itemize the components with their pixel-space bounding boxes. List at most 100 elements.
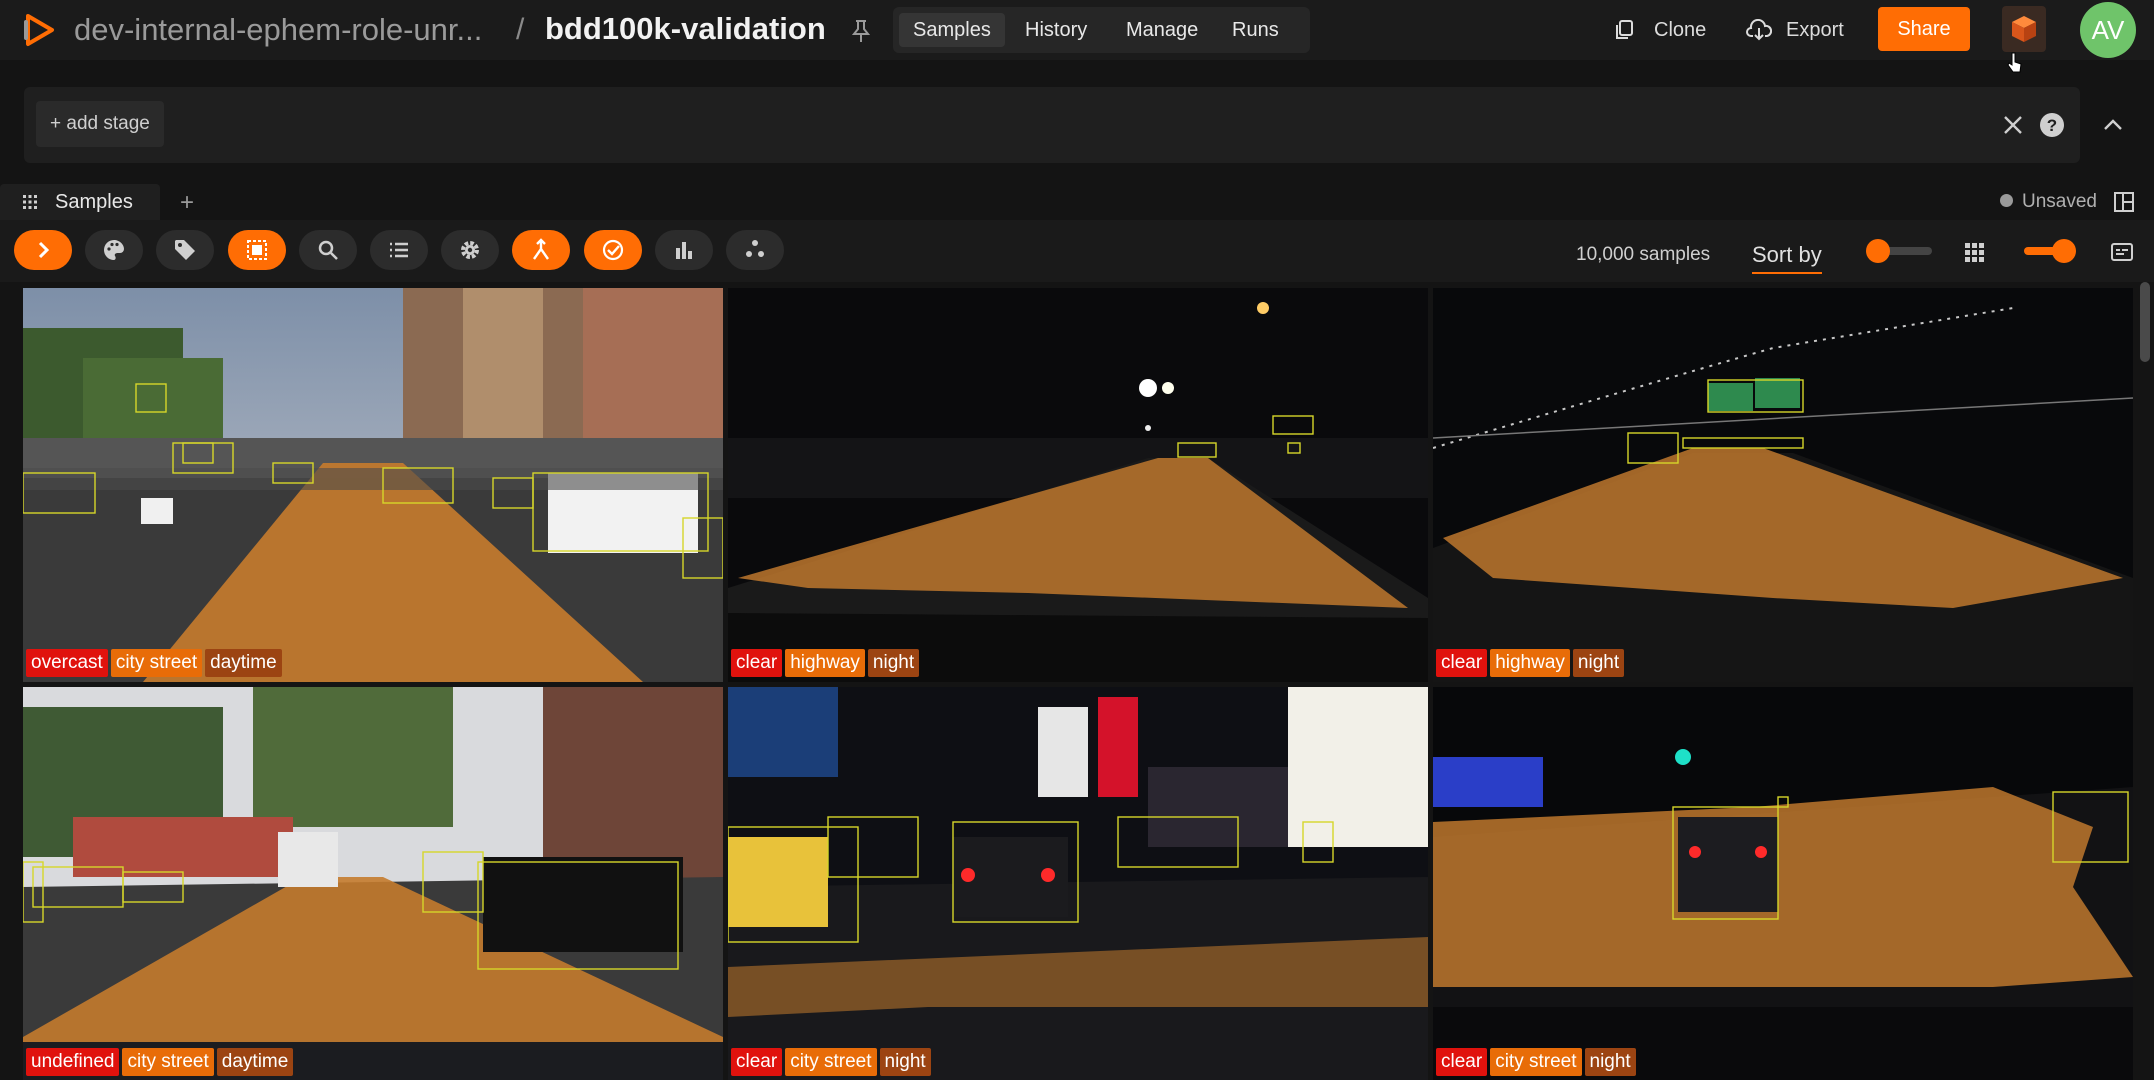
sample-tags: overcast city street daytime bbox=[26, 649, 282, 677]
view-stage-bar: + add stage bbox=[24, 87, 2080, 163]
search-button[interactable] bbox=[299, 230, 357, 270]
zoom-slider-knob[interactable] bbox=[2052, 239, 2076, 263]
search-icon bbox=[318, 240, 338, 260]
export-button[interactable]: Export bbox=[1746, 14, 1866, 46]
weather-tag: clear bbox=[1436, 1048, 1488, 1076]
sample-image-night-street bbox=[1433, 687, 2133, 1080]
user-avatar[interactable]: AV bbox=[2080, 2, 2136, 58]
grid-density-icon bbox=[1965, 243, 1984, 262]
clone-label: Clone bbox=[1654, 19, 1707, 41]
weather-tag: clear bbox=[731, 649, 783, 677]
copy-icon bbox=[1616, 20, 1633, 39]
panel-tab-row: Samples + bbox=[0, 184, 2154, 222]
pin-icon[interactable] bbox=[849, 18, 873, 44]
cloud-download-icon bbox=[1746, 19, 1772, 41]
weather-tag: clear bbox=[731, 1048, 783, 1076]
evaluation-button[interactable] bbox=[584, 230, 642, 270]
breadcrumb-separator: / bbox=[516, 13, 525, 46]
sample-image-day-suburb bbox=[23, 687, 723, 1080]
time-of-day-tag: night bbox=[867, 649, 920, 677]
weather-tag: clear bbox=[1436, 649, 1488, 677]
sample-image-night-bridge bbox=[1433, 288, 2133, 682]
time-of-day-tag: night bbox=[1584, 1048, 1636, 1076]
sample-card-3[interactable]: clear highway night bbox=[1433, 288, 2133, 682]
team-cube-button[interactable] bbox=[2002, 6, 2046, 52]
sample-tags: undefined city street daytime bbox=[26, 1048, 294, 1076]
time-of-day-tag: daytime bbox=[205, 649, 282, 677]
collapse-chevron-up-icon[interactable] bbox=[2100, 112, 2126, 138]
time-of-day-tag: night bbox=[879, 1048, 931, 1076]
share-button[interactable]: Share bbox=[1878, 7, 1970, 51]
weather-tag: undefined bbox=[26, 1048, 120, 1076]
scatter-icon bbox=[746, 240, 764, 257]
check-circle-icon bbox=[602, 239, 624, 261]
time-of-day-tag: night bbox=[1572, 649, 1625, 677]
gear-icon bbox=[461, 241, 479, 259]
sample-card-4[interactable]: undefined city street daytime bbox=[23, 687, 723, 1080]
sort-order-slider-knob[interactable] bbox=[1866, 239, 1890, 263]
sample-tags: clear city street night bbox=[1436, 1048, 1636, 1076]
tag-icon bbox=[175, 240, 195, 260]
weather-tag: overcast bbox=[26, 649, 108, 677]
sample-card-5[interactable]: clear city street night bbox=[728, 687, 1428, 1080]
select-labels-button[interactable] bbox=[228, 230, 286, 270]
app-logo-icon[interactable] bbox=[20, 10, 60, 50]
sample-image-night-times-square bbox=[728, 687, 1428, 1080]
toggle-sidebar-button[interactable] bbox=[14, 230, 72, 270]
embeddings-button[interactable] bbox=[726, 230, 784, 270]
dataset-name-breadcrumb[interactable]: dev-internal-ephem-role-unr... bbox=[74, 10, 482, 50]
tab-runs[interactable]: Runs bbox=[1218, 13, 1293, 47]
sample-image-night-highway bbox=[728, 288, 1428, 682]
patches-button[interactable] bbox=[512, 230, 570, 270]
sample-card-2[interactable]: clear highway night bbox=[728, 288, 1428, 682]
list-icon bbox=[390, 242, 408, 258]
bar-chart-icon bbox=[676, 242, 692, 259]
tab-manage[interactable]: Manage bbox=[1112, 13, 1212, 47]
tab-history[interactable]: History bbox=[1011, 13, 1101, 47]
panel-tab-samples[interactable]: Samples bbox=[0, 184, 160, 222]
dataset-nav-tabs: Samples History Manage Runs bbox=[893, 7, 1310, 53]
media-settings-icon[interactable] bbox=[2110, 240, 2134, 264]
samples-toolbar: 10,000 samples Sort by bbox=[0, 220, 2154, 282]
sort-by-selector[interactable]: Sort by bbox=[1752, 240, 1822, 274]
scene-tag: city street bbox=[122, 1048, 214, 1076]
sample-card-1[interactable]: overcast city street daytime bbox=[23, 288, 723, 682]
sample-tags: clear highway night bbox=[731, 649, 920, 677]
cube-icon bbox=[2012, 16, 2036, 42]
svg-text:?: ? bbox=[2047, 116, 2057, 135]
layout-split-icon[interactable] bbox=[2113, 191, 2135, 213]
scene-tag: highway bbox=[1490, 649, 1570, 677]
sample-tags: clear highway night bbox=[1436, 649, 1625, 677]
palette-icon bbox=[104, 240, 124, 260]
chevron-right-icon bbox=[38, 241, 50, 259]
grid-scrollbar[interactable] bbox=[2140, 282, 2150, 362]
tag-button[interactable] bbox=[156, 230, 214, 270]
clone-button[interactable]: Clone bbox=[1614, 14, 1724, 46]
mouse-pointer-icon bbox=[2007, 52, 2022, 73]
unsaved-status-label: Unsaved bbox=[2022, 191, 2097, 212]
merge-icon bbox=[533, 238, 549, 260]
panel-tab-label: Samples bbox=[55, 191, 133, 213]
add-panel-button[interactable]: + bbox=[180, 190, 194, 216]
scene-tag: city street bbox=[110, 649, 203, 677]
histograms-button[interactable] bbox=[655, 230, 713, 270]
time-of-day-tag: daytime bbox=[216, 1048, 294, 1076]
settings-button[interactable] bbox=[441, 230, 499, 270]
sample-card-6[interactable]: clear city street night bbox=[1433, 687, 2133, 1080]
color-scheme-button[interactable] bbox=[85, 230, 143, 270]
sample-tags: clear city street night bbox=[731, 1048, 931, 1076]
unsaved-status-dot bbox=[2000, 194, 2013, 207]
list-view-button[interactable] bbox=[370, 230, 428, 270]
help-icon[interactable]: ? bbox=[2038, 111, 2066, 139]
selection-icon bbox=[247, 240, 267, 260]
sample-count: 10,000 samples bbox=[1576, 244, 1711, 265]
scene-tag: city street bbox=[1490, 1048, 1582, 1076]
clear-view-icon[interactable] bbox=[2000, 112, 2026, 138]
tab-samples[interactable]: Samples bbox=[899, 13, 1005, 47]
scene-tag: highway bbox=[785, 649, 865, 677]
scene-tag: city street bbox=[785, 1048, 877, 1076]
top-header: dev-internal-ephem-role-unr... / bdd100k… bbox=[0, 0, 2154, 60]
add-stage-button[interactable]: + add stage bbox=[36, 101, 164, 147]
saved-view-name[interactable]: bdd100k-validation bbox=[545, 9, 826, 49]
sample-image-day-city bbox=[23, 288, 723, 682]
